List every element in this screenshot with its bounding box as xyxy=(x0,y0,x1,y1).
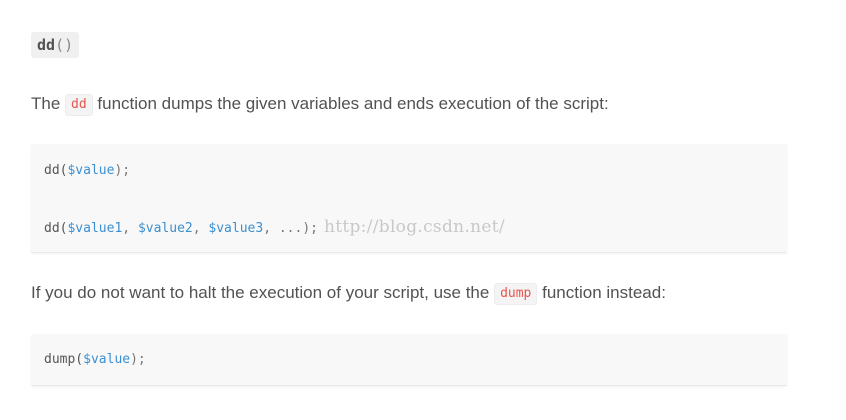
code-block-dump-example: dump($value); xyxy=(31,334,787,386)
code-line-dd-single: dd($value); xyxy=(44,162,130,180)
code-separator: , xyxy=(192,221,209,236)
code-variable: $value3 xyxy=(208,221,264,236)
paragraph-text-prefix: If you do not want to halt the execution… xyxy=(31,283,490,302)
code-block-dd-examples: dd($value); dd($value1, $value2, $value3… xyxy=(31,144,787,253)
code-line-dd-multiple: dd($value1, $value2, $value3, ...); http:… xyxy=(44,218,505,238)
code-punctuation: ); xyxy=(114,163,131,178)
description-paragraph-dump: If you do not want to halt the execution… xyxy=(31,281,666,305)
paragraph-text-prefix: The xyxy=(31,94,61,113)
code-variable: $value1 xyxy=(67,221,123,236)
code-func: dd( xyxy=(44,163,68,178)
code-variable: $value2 xyxy=(137,221,193,236)
code-func: dump( xyxy=(44,352,84,367)
code-punctuation: ); xyxy=(130,352,146,367)
blog-watermark: http://blog.csdn.net/ xyxy=(323,217,505,237)
code-variable: $value xyxy=(83,352,131,367)
method-heading: dd() xyxy=(31,32,80,58)
code-func: dd( xyxy=(44,221,68,236)
code-punctuation: , ...); xyxy=(263,221,318,236)
inline-code-dd: dd xyxy=(65,94,93,116)
paragraph-text-suffix: function dumps the given variables and e… xyxy=(97,94,609,113)
code-separator: , xyxy=(122,221,138,236)
heading-parens: () xyxy=(55,36,74,54)
paragraph-text-suffix: function instead: xyxy=(542,283,666,302)
heading-function-name: dd xyxy=(37,36,56,54)
inline-code-dump: dump xyxy=(494,283,538,305)
code-variable: $value xyxy=(67,163,115,178)
code-line-dump: dump($value); xyxy=(44,351,146,369)
description-paragraph: The dd function dumps the given variable… xyxy=(31,92,609,116)
